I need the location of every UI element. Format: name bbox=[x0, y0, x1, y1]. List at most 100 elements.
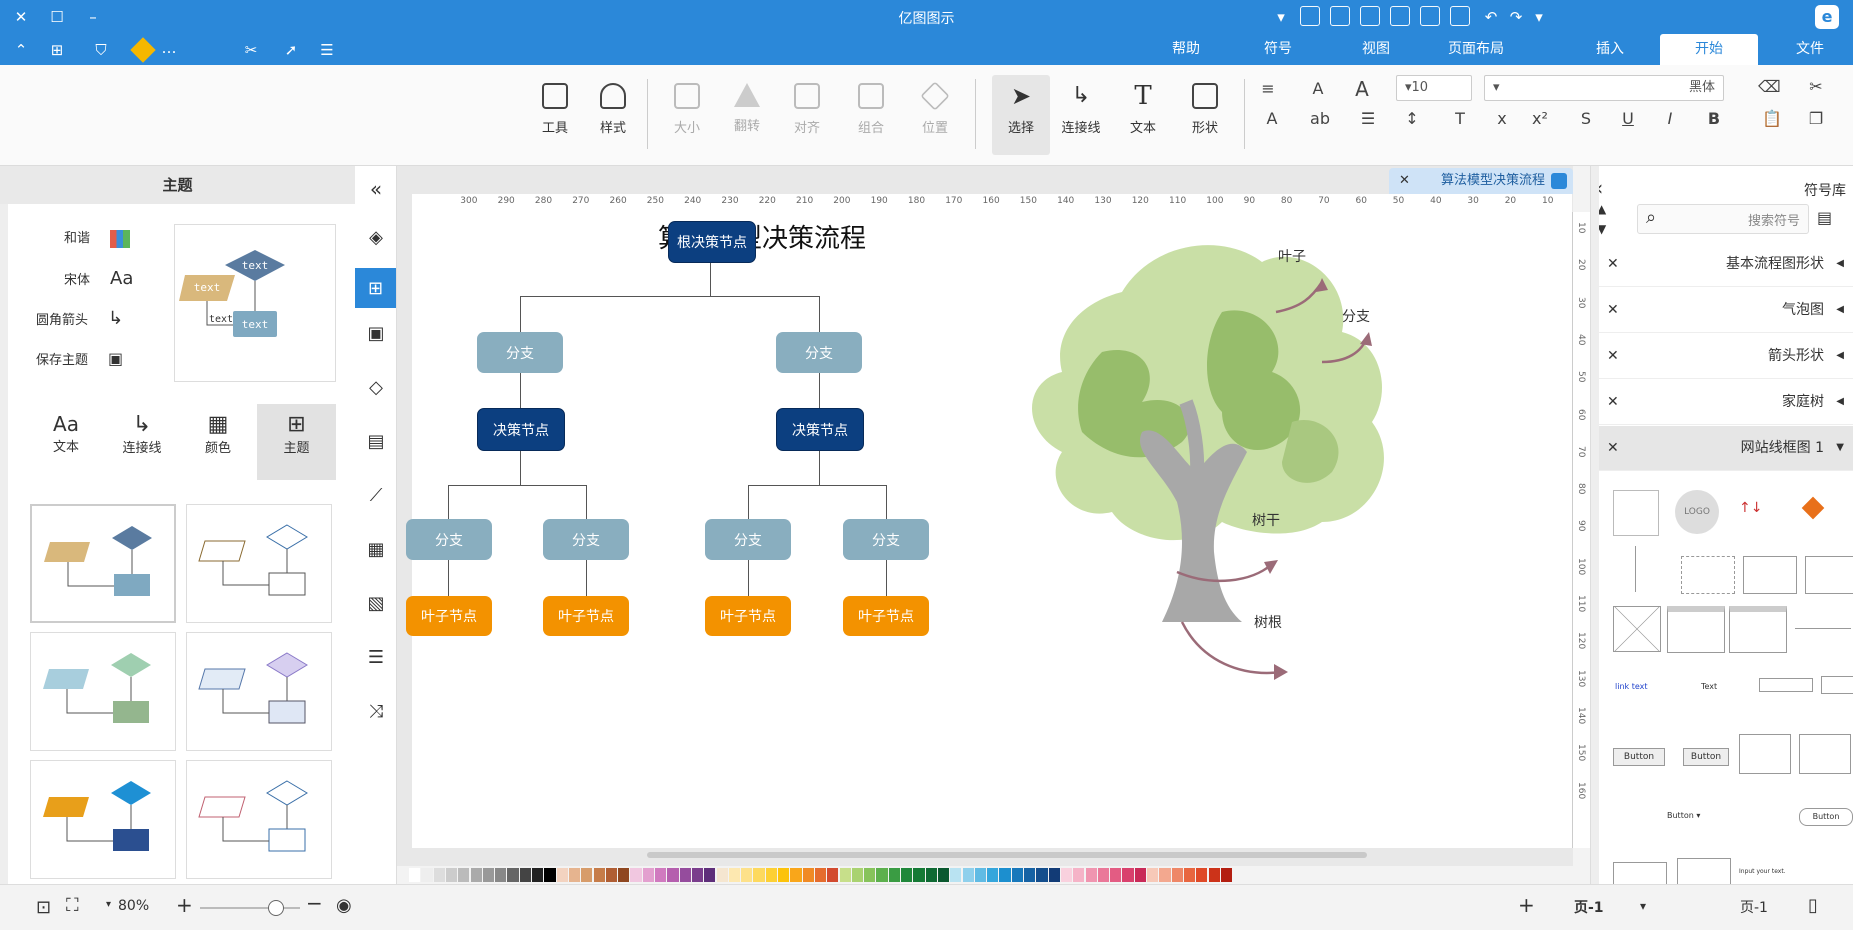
color-swatch[interactable] bbox=[765, 868, 777, 882]
color-swatch[interactable] bbox=[876, 868, 888, 882]
document-tab[interactable]: ✕ 算法模型决策流程 bbox=[1389, 168, 1573, 194]
color-swatch[interactable] bbox=[605, 868, 618, 882]
color-swatch[interactable] bbox=[1085, 868, 1097, 882]
zoom-slider[interactable] bbox=[200, 907, 300, 909]
color-swatch[interactable] bbox=[1196, 868, 1208, 882]
color-swatch[interactable] bbox=[987, 868, 999, 882]
color-swatch[interactable] bbox=[716, 868, 728, 882]
color-swatch[interactable] bbox=[1159, 868, 1171, 882]
font-size-select[interactable]: 10 ▾ bbox=[1396, 75, 1472, 101]
color-swatch[interactable] bbox=[851, 868, 864, 882]
decision-node[interactable]: 决策节点 bbox=[776, 408, 864, 451]
underline-icon[interactable]: U bbox=[1618, 109, 1638, 129]
image-icon[interactable]: ▣ bbox=[363, 320, 389, 346]
symbol-box[interactable] bbox=[1805, 556, 1853, 594]
tools-button[interactable]: 工具 bbox=[530, 75, 580, 155]
color-swatch[interactable] bbox=[1134, 868, 1146, 882]
tab-connector[interactable]: ↳ 连接线 bbox=[104, 404, 180, 480]
bold-icon[interactable]: B bbox=[1704, 109, 1724, 129]
select-button[interactable]: ➤ 选择 bbox=[992, 75, 1050, 155]
tab-file[interactable]: 文件 bbox=[1780, 34, 1840, 65]
color-swatch[interactable] bbox=[655, 868, 667, 882]
color-swatch[interactable] bbox=[445, 868, 458, 882]
color-swatch[interactable] bbox=[1097, 868, 1110, 882]
symbol-dropdown[interactable] bbox=[1821, 676, 1853, 694]
symbol-button[interactable]: Button bbox=[1683, 748, 1729, 766]
symbol-window[interactable] bbox=[1667, 606, 1725, 653]
cut-icon[interactable]: ✂ bbox=[1806, 77, 1826, 97]
symbol-rectangle[interactable] bbox=[1613, 490, 1659, 536]
strikethrough-icon[interactable]: S bbox=[1576, 109, 1596, 129]
color-swatch[interactable] bbox=[913, 868, 925, 882]
library-item-bubble[interactable]: ✕ 气泡图 ◀ bbox=[1591, 288, 1853, 333]
zoom-dropdown-icon[interactable]: ▾ bbox=[106, 899, 111, 910]
color-swatch[interactable] bbox=[679, 868, 691, 882]
save-icon[interactable] bbox=[1390, 6, 1410, 26]
shuffle-icon[interactable]: ⤨ bbox=[363, 698, 389, 724]
theme-option-harmony[interactable]: 和谐 bbox=[64, 224, 131, 254]
zoom-in-icon[interactable]: + bbox=[176, 893, 193, 917]
branch-node[interactable]: 分支 bbox=[543, 519, 629, 560]
color-swatch[interactable] bbox=[950, 868, 962, 882]
theme-card[interactable] bbox=[30, 632, 176, 751]
tab-insert[interactable]: 插入 bbox=[1580, 34, 1640, 65]
color-swatch[interactable] bbox=[1183, 868, 1196, 882]
color-swatch[interactable] bbox=[618, 868, 630, 882]
active-page-tab[interactable]: 页-1 bbox=[1574, 897, 1604, 917]
theme-card[interactable] bbox=[186, 760, 332, 879]
symbol-arrow[interactable]: ↑↓ bbox=[1739, 500, 1762, 516]
color-swatch[interactable] bbox=[630, 868, 642, 882]
align-button[interactable]: 对齐 bbox=[782, 75, 832, 155]
page-panel-icon[interactable]: ▯ bbox=[1808, 895, 1818, 916]
color-swatch[interactable] bbox=[642, 868, 654, 882]
color-swatch[interactable] bbox=[593, 868, 605, 882]
symbol-form[interactable] bbox=[1613, 862, 1667, 886]
color-swatch[interactable] bbox=[901, 868, 913, 882]
decision-node[interactable]: 决策节点 bbox=[477, 408, 565, 451]
fit-page-icon[interactable]: ⊡ bbox=[36, 897, 51, 918]
color-swatch[interactable] bbox=[1073, 868, 1085, 882]
theme-card[interactable] bbox=[186, 632, 332, 751]
cut-icon[interactable]: ✂ bbox=[240, 39, 262, 61]
color-swatch[interactable] bbox=[544, 868, 556, 882]
new-icon[interactable] bbox=[1450, 6, 1470, 26]
size-button[interactable]: 大小 bbox=[662, 75, 712, 155]
more-icon[interactable]: … bbox=[158, 37, 180, 59]
symbol-logo[interactable]: LOGO bbox=[1675, 490, 1719, 534]
symbol-hline[interactable] bbox=[1795, 628, 1851, 629]
color-swatch[interactable] bbox=[1147, 868, 1159, 882]
undo-icon[interactable]: ↶ bbox=[1480, 6, 1502, 28]
tab-home[interactable]: 开始 bbox=[1660, 34, 1758, 65]
shirt-icon[interactable]: ⛉ bbox=[90, 39, 112, 61]
branch-node[interactable]: 分支 bbox=[477, 332, 563, 373]
root-node[interactable]: 根决策节点 bbox=[668, 221, 756, 263]
color-swatch[interactable] bbox=[1060, 868, 1073, 882]
color-swatch[interactable] bbox=[1171, 868, 1183, 882]
superscript2-icon[interactable]: x² bbox=[1530, 109, 1550, 129]
color-swatch[interactable] bbox=[741, 868, 753, 882]
symbol-text[interactable]: Text bbox=[1701, 682, 1717, 691]
color-swatch[interactable] bbox=[888, 868, 900, 882]
style-button[interactable]: 样式 bbox=[588, 75, 638, 155]
color-swatch[interactable] bbox=[802, 868, 814, 882]
close-icon[interactable]: ✕ bbox=[1607, 242, 1619, 286]
tab-symbol[interactable]: 符号 bbox=[1248, 34, 1308, 65]
color-swatch[interactable] bbox=[1048, 868, 1060, 882]
table-icon[interactable]: ▦ bbox=[363, 536, 389, 562]
font-shrink-icon[interactable]: A bbox=[1308, 79, 1328, 99]
color-swatch[interactable] bbox=[778, 868, 790, 882]
color-swatch[interactable] bbox=[667, 868, 679, 882]
close-icon[interactable]: ✕ bbox=[1607, 288, 1619, 332]
color-palette[interactable] bbox=[397, 866, 1573, 884]
theme-option-save[interactable]: 保存主题 ▣ bbox=[36, 344, 123, 374]
color-swatch[interactable] bbox=[814, 868, 827, 882]
color-swatch[interactable] bbox=[728, 868, 741, 882]
font-color-icon[interactable]: A bbox=[1262, 109, 1282, 129]
library-item-wireframe[interactable]: ✕ 网站线框图 1 ▼ bbox=[1591, 426, 1853, 471]
flip-button[interactable]: 翻转 bbox=[722, 75, 772, 155]
page-dropdown-icon[interactable]: ▾ bbox=[1640, 899, 1646, 913]
scrollbar[interactable] bbox=[1591, 166, 1599, 884]
symbol-form[interactable] bbox=[1677, 858, 1731, 886]
theme-card[interactable] bbox=[30, 504, 176, 623]
color-swatch[interactable] bbox=[556, 868, 568, 882]
